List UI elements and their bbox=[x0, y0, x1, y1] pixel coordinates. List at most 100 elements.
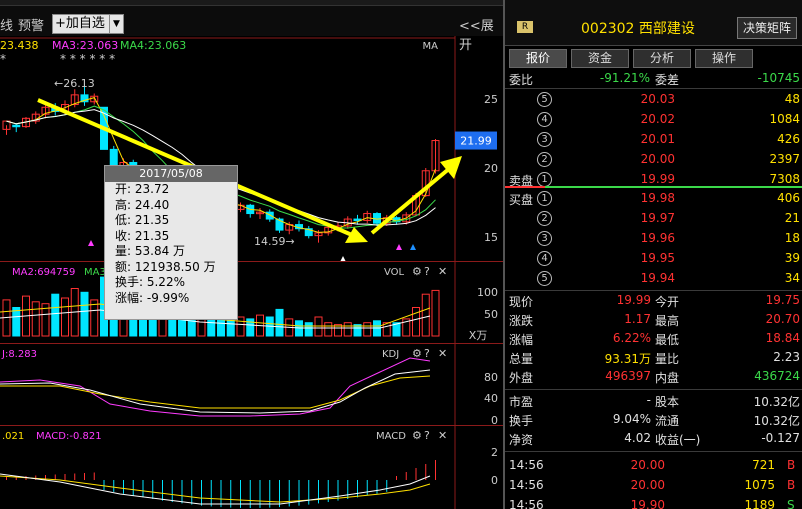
volume-bar bbox=[421, 293, 430, 337]
buy-level-badge: 5 bbox=[537, 271, 552, 286]
chevron-down-icon[interactable]: ▼ bbox=[109, 15, 123, 33]
toolbar-item-line[interactable]: 线 bbox=[0, 15, 13, 34]
buy-price: 19.96 bbox=[640, 231, 675, 245]
help-icon: ? bbox=[424, 429, 430, 442]
kdj-d-line bbox=[0, 375, 431, 409]
signal-marker bbox=[396, 244, 402, 250]
chart-toolbar: 线 预警 +加自选 ▼ <<展开 bbox=[0, 0, 503, 53]
volume-bar bbox=[80, 291, 89, 337]
buy-price: 19.95 bbox=[640, 251, 675, 265]
tick-time: 14:56 bbox=[509, 458, 544, 472]
sell-price: 20.03 bbox=[640, 92, 675, 106]
vol-unit-label: X万 bbox=[469, 329, 488, 342]
quote-label: 量比 bbox=[655, 352, 680, 366]
sell-volume: 426 bbox=[777, 132, 800, 146]
quote-value: 20.70 bbox=[765, 312, 800, 326]
wei-bi-label: 委比 bbox=[509, 73, 534, 87]
sell-level-badge: 5 bbox=[537, 92, 552, 107]
sell-price: 20.01 bbox=[640, 132, 675, 146]
quote-label: 最低 bbox=[655, 333, 680, 347]
panel-separator bbox=[0, 343, 503, 344]
tick-time: 14:56 bbox=[509, 478, 544, 492]
kdj-title: KDJ bbox=[382, 349, 399, 360]
price-tick-label: 15 bbox=[484, 231, 498, 244]
quote-label: 净资 bbox=[509, 433, 534, 447]
buy-price: 19.98 bbox=[640, 191, 675, 205]
quote-panel: R 002302 西部建设 决策矩阵 报价 资金 分析 操作 委比 -91.21%… bbox=[503, 0, 802, 509]
tick-price: 20.00 bbox=[630, 458, 665, 472]
spread-marker-red bbox=[505, 186, 545, 188]
macd-legend-2: MACD:-0.821 bbox=[36, 431, 102, 442]
current-price-label: 21.99 bbox=[460, 135, 492, 148]
kdj-lines bbox=[0, 357, 431, 417]
quote-label: 市盈 bbox=[509, 395, 534, 409]
buy-volume: 34 bbox=[784, 271, 800, 285]
wei-cha-label: 委差 bbox=[655, 73, 680, 87]
volume-bar bbox=[12, 307, 21, 337]
close-icon: ✕ bbox=[438, 429, 447, 442]
buy-volume: 406 bbox=[777, 191, 800, 205]
kdj-k-line bbox=[0, 369, 431, 414]
panel-separator bbox=[0, 425, 503, 426]
volume-bar bbox=[363, 322, 372, 337]
quote-label: 流通 bbox=[655, 414, 680, 428]
wei-cha-value: -10745 bbox=[757, 71, 800, 85]
tab-operate[interactable]: 操作 bbox=[695, 49, 753, 68]
quote-label: 今开 bbox=[655, 295, 680, 309]
kline-chart[interactable]: 23.438 MA3:23.063 MA4:23.063 MA * * * * * * *… bbox=[0, 36, 503, 509]
buy-volume: 39 bbox=[784, 251, 800, 265]
tooltip-change: 涨幅: -9.99% bbox=[115, 290, 190, 305]
top-menu-strip bbox=[0, 0, 503, 6]
sell-price: 20.02 bbox=[640, 112, 675, 126]
tooltip-close: 收: 21.35 bbox=[115, 228, 170, 243]
quote-label: 收益(一) bbox=[655, 433, 701, 447]
price-tick-label: 25 bbox=[484, 93, 498, 106]
tick-volume: 1075 bbox=[744, 478, 775, 492]
toolbar-item-alert[interactable]: 预警 bbox=[18, 15, 44, 34]
close-icon: ✕ bbox=[438, 347, 447, 360]
tab-quote[interactable]: 报价 bbox=[509, 49, 567, 68]
divider bbox=[505, 451, 802, 452]
tick-flag: B bbox=[787, 458, 796, 472]
buy-volume: 18 bbox=[784, 231, 800, 245]
macd-tick-label: 0 bbox=[491, 474, 498, 487]
volume-bar bbox=[90, 299, 99, 337]
add-favorite-button[interactable]: +加自选 ▼ bbox=[52, 14, 124, 34]
tick-volume: 721 bbox=[752, 458, 775, 472]
tab-analysis[interactable]: 分析 bbox=[633, 49, 691, 68]
quote-value: - bbox=[646, 393, 651, 407]
quote-value: 19.99 bbox=[616, 293, 651, 307]
tab-funds[interactable]: 资金 bbox=[571, 49, 629, 68]
ma-indicator-label: MA bbox=[423, 41, 439, 52]
tooltip-high: 高: 24.40 bbox=[115, 197, 170, 212]
volume-bar bbox=[275, 308, 284, 337]
volume-bar bbox=[304, 322, 313, 337]
vol-tick-label: 50 bbox=[484, 308, 498, 321]
gear-icon: ⚙ bbox=[412, 347, 422, 360]
quote-value: 6.22% bbox=[612, 331, 651, 345]
divider bbox=[505, 290, 802, 291]
tick-time: 14:56 bbox=[509, 498, 544, 509]
tooltip-volume: 量: 53.84 万 bbox=[115, 244, 186, 258]
candle-body bbox=[12, 124, 21, 128]
help-icon: ? bbox=[424, 265, 430, 278]
decision-matrix-button[interactable]: 决策矩阵 bbox=[737, 17, 797, 39]
buy-level-badge: 1 bbox=[537, 191, 552, 206]
buy-price: 19.94 bbox=[640, 271, 675, 285]
quote-value: 9.04% bbox=[612, 412, 651, 426]
sell-level-badge: 2 bbox=[537, 152, 552, 167]
tooltip-open: 开: 23.72 bbox=[115, 182, 170, 196]
sell-level-badge: 1 bbox=[537, 172, 552, 187]
buy-price: 19.97 bbox=[640, 211, 675, 225]
quote-value: 18.84 bbox=[765, 331, 800, 345]
close-icon: ✕ bbox=[438, 265, 447, 278]
sell-volume: 1084 bbox=[769, 112, 800, 126]
star-marker: * bbox=[0, 52, 6, 66]
quote-label: 涨幅 bbox=[509, 333, 534, 347]
vol-legend-2: MA3 bbox=[84, 267, 106, 278]
kdj-legend: J:8.283 bbox=[1, 349, 37, 360]
candle-tooltip: 2017/05/08 开: 23.72 高: 24.40 低: 21.35 收:… bbox=[104, 165, 238, 320]
sell-volume: 7308 bbox=[769, 172, 800, 186]
buy-label: 买盘 bbox=[509, 193, 534, 207]
vol-tick-label: 100 bbox=[477, 286, 498, 299]
